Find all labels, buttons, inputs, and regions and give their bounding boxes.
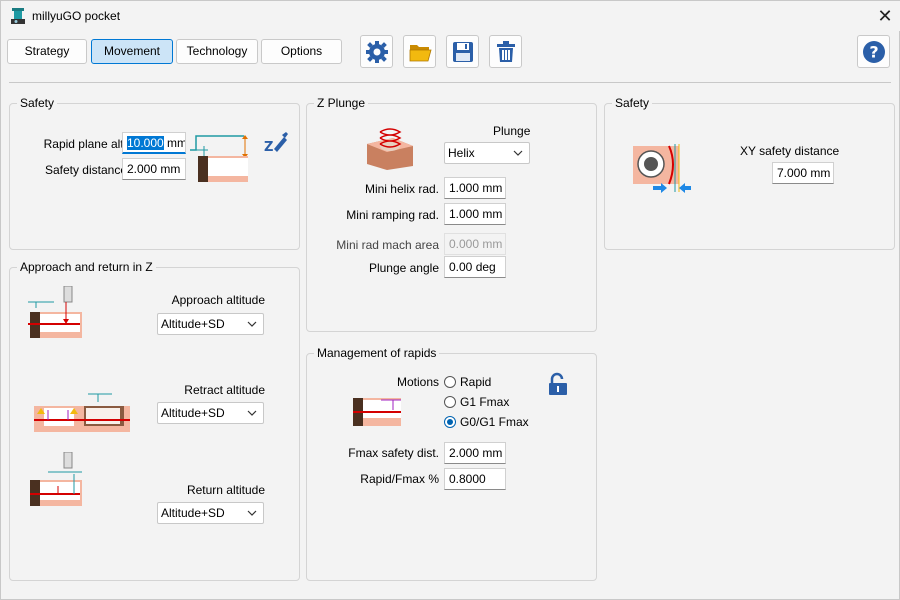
zplunge-group-title: Z Plunge xyxy=(314,96,369,110)
safety-distance-label: Safety distance xyxy=(44,163,127,177)
approach-altitude-value: Altitude+SD xyxy=(161,317,225,331)
tab-options[interactable]: Options xyxy=(261,39,342,64)
fmax-safety-input[interactable]: 2.000 mm xyxy=(444,442,506,464)
mini-ramping-input[interactable]: 1.000 mm xyxy=(444,203,506,225)
g1-fmax-radio[interactable] xyxy=(444,396,456,408)
mini-ramping-label: Mini ramping rad. xyxy=(346,208,439,222)
retract-altitude-select[interactable]: Altitude+SD xyxy=(157,402,264,424)
pick-button[interactable]: Z xyxy=(262,131,292,161)
picker-pen-icon: Z xyxy=(264,132,288,155)
return-altitude-label: Return altitude xyxy=(186,483,265,497)
chevron-down-icon xyxy=(247,410,257,416)
rapid-plane-diagram-icon xyxy=(190,135,248,182)
rapid-fmax-label: Rapid/Fmax % xyxy=(360,472,439,486)
rapid-fmax-input[interactable]: 0.8000 xyxy=(444,468,506,490)
plunge-label: Plunge xyxy=(493,124,531,138)
help-button[interactable]: ? xyxy=(857,35,890,68)
title-bar: millyuGO pocket ✕ xyxy=(1,1,900,31)
rapid-radio[interactable] xyxy=(444,376,456,388)
approach-group: Approach and return in Z Approach altitu… xyxy=(9,260,300,581)
rapids-diagram-icon xyxy=(353,398,401,426)
return-altitude-value: Altitude+SD xyxy=(161,506,225,520)
zplunge-group: Z Plunge Plunge Helix Mini helix rad. 1.… xyxy=(306,96,597,332)
plunge-select[interactable]: Helix xyxy=(444,142,530,164)
open-folder-icon xyxy=(409,45,432,62)
return-diagram-icon xyxy=(30,452,82,506)
close-icon[interactable]: ✕ xyxy=(873,5,897,27)
safety-distance-input[interactable]: 2.000 mm xyxy=(122,158,186,180)
xy-safety-group-title: Safety xyxy=(612,96,653,110)
rapid-radio-label: Rapid xyxy=(460,375,492,389)
settings-button[interactable] xyxy=(360,35,393,68)
delete-icon xyxy=(497,41,515,62)
save-button[interactable] xyxy=(446,35,479,68)
xy-safety-label: XY safety distance xyxy=(740,144,840,158)
save-icon xyxy=(453,42,473,62)
chevron-down-icon xyxy=(513,150,523,156)
tab-technology[interactable]: Technology xyxy=(176,39,258,64)
rapids-group-title: Management of rapids xyxy=(314,346,440,360)
safety-group: Safety Rapid plane alt. 10.000 mm Safety… xyxy=(9,96,300,250)
plunge-value: Helix xyxy=(448,146,475,160)
xy-safety-diagram-icon xyxy=(633,144,691,193)
g1-fmax-radio-label: G1 Fmax xyxy=(460,395,510,409)
approach-diagram-icon xyxy=(28,286,82,338)
help-icon: ? xyxy=(863,41,885,63)
fmax-safety-label: Fmax safety dist. xyxy=(348,446,439,460)
unlock-icon[interactable] xyxy=(547,372,569,396)
chevron-down-icon xyxy=(247,510,257,516)
retract-diagram-icon xyxy=(34,393,130,432)
svg-text:Z: Z xyxy=(264,140,273,155)
toolbar-separator xyxy=(9,82,891,83)
retract-altitude-label: Retract altitude xyxy=(184,383,265,397)
motions-label: Motions xyxy=(396,375,439,389)
plunge-angle-input[interactable]: 0.00 deg xyxy=(444,256,506,278)
rapid-plane-label: Rapid plane alt. xyxy=(43,137,127,151)
rapids-group: Management of rapids Motions Rapid G1 Fm… xyxy=(306,346,597,581)
open-button[interactable] xyxy=(403,35,436,68)
chevron-down-icon xyxy=(247,321,257,327)
approach-group-title: Approach and return in Z xyxy=(17,260,156,274)
xy-safety-input[interactable]: 7.000 mm xyxy=(772,162,834,184)
delete-button[interactable] xyxy=(489,35,522,68)
tab-movement[interactable]: Movement xyxy=(91,39,173,64)
app-window: millyuGO pocket ✕ Strategy Movement Tech… xyxy=(0,0,900,600)
tab-strategy[interactable]: Strategy xyxy=(7,39,87,64)
svg-text:?: ? xyxy=(869,43,878,62)
return-altitude-select[interactable]: Altitude+SD xyxy=(157,502,264,524)
retract-altitude-value: Altitude+SD xyxy=(161,406,225,420)
xy-safety-group: Safety XY safety distance 7.000 mm xyxy=(604,96,895,250)
approach-altitude-label: Approach altitude xyxy=(171,293,265,307)
approach-altitude-select[interactable]: Altitude+SD xyxy=(157,313,264,335)
gear-icon xyxy=(366,41,388,63)
safety-group-title: Safety xyxy=(17,96,58,110)
rapid-plane-input[interactable]: 10.000 mm xyxy=(122,132,186,154)
mini-helix-input[interactable]: 1.000 mm xyxy=(444,177,506,199)
app-logo-icon xyxy=(11,8,25,24)
g0-g1-fmax-radio[interactable] xyxy=(444,416,456,428)
rapid-plane-selected-text: 10.000 xyxy=(127,136,164,150)
mini-rad-area-label: Mini rad mach area xyxy=(336,238,439,252)
plunge-angle-label: Plunge angle xyxy=(368,261,439,275)
mini-helix-label: Mini helix rad. xyxy=(364,182,439,196)
mini-rad-area-input: 0.000 mm xyxy=(444,233,506,255)
g0-g1-fmax-radio-label: G0/G1 Fmax xyxy=(460,415,529,429)
helix-plunge-icon xyxy=(367,128,413,170)
window-title: millyuGO pocket xyxy=(32,9,121,23)
rapid-plane-unit: mm xyxy=(163,136,186,150)
